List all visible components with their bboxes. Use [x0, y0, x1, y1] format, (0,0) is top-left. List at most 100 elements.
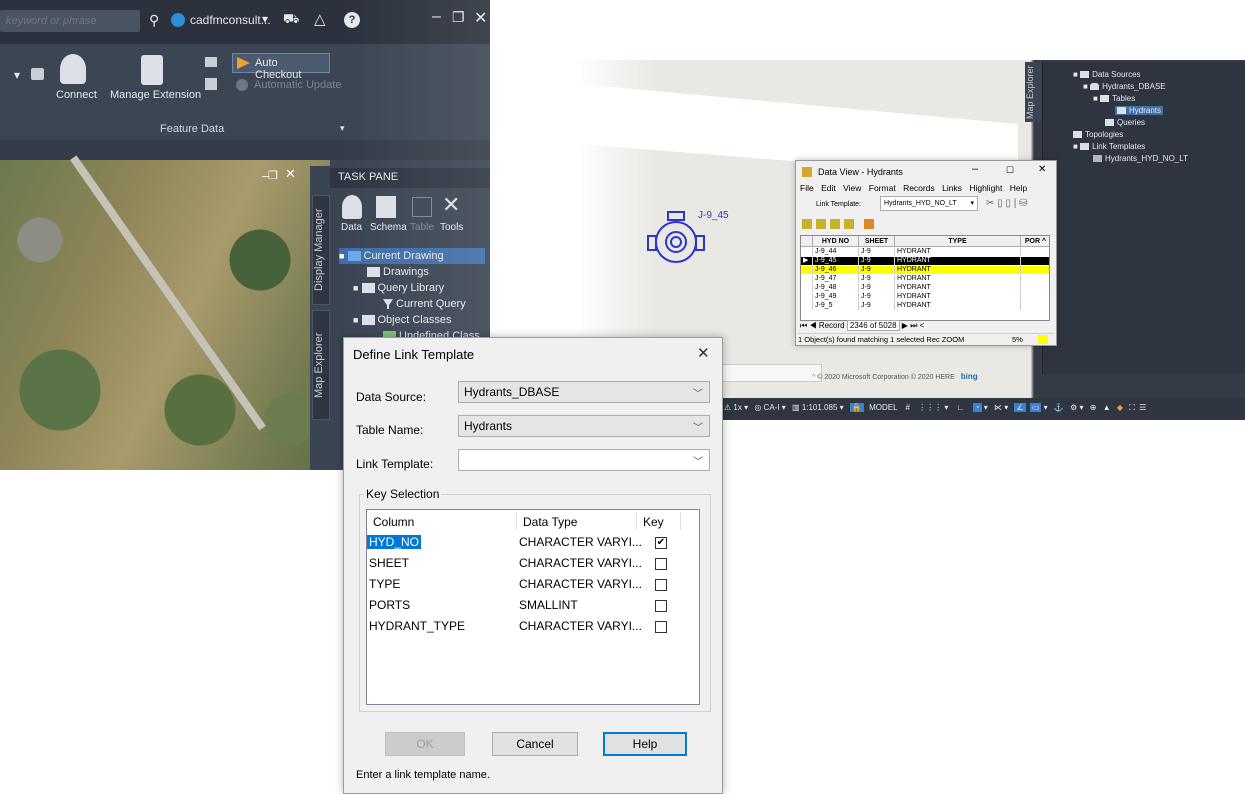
grid-cell[interactable]: J-9_46: [813, 266, 859, 274]
isolate-icon[interactable]: ◆: [1117, 403, 1123, 412]
auto-checkout-button[interactable]: Auto Checkout: [232, 53, 330, 81]
row-selector[interactable]: [801, 284, 813, 292]
row-selector[interactable]: ▶: [801, 257, 813, 265]
tools-icon[interactable]: ✕: [442, 192, 460, 218]
grid-cell[interactable]: J-9: [859, 248, 895, 256]
search-icon[interactable]: ⚲: [149, 12, 159, 29]
grid-header[interactable]: TYPE: [895, 236, 1021, 247]
dv-prev-icon[interactable]: [816, 219, 826, 229]
command-line[interactable]: [722, 364, 822, 382]
key-checkbox[interactable]: [655, 600, 667, 612]
grid-row[interactable]: J-9_47 J-9 HYDRANT: [801, 275, 1049, 283]
dv-first-icon[interactable]: [802, 219, 812, 229]
key-column-name[interactable]: SHEET: [367, 556, 411, 570]
key-header[interactable]: Key: [643, 515, 664, 529]
dialog-close-icon[interactable]: ✕: [697, 344, 710, 362]
grid-cell[interactable]: HYDRANT: [895, 248, 1021, 256]
key-selection-list[interactable]: Column Data Type Key HYD_NO CHARACTER VAR…: [366, 509, 700, 705]
grid-row[interactable]: J-9_44 J-9 HYDRANT: [801, 248, 1049, 256]
cart-icon[interactable]: ⛟: [283, 11, 299, 29]
manage-extension-button[interactable]: Manage Extension: [110, 89, 201, 101]
dv-zoom-icon[interactable]: [864, 219, 874, 229]
grid-cell[interactable]: HYDRANT: [895, 275, 1021, 283]
annotation-icon[interactable]: ⚓: [1054, 403, 1064, 412]
grid-cell[interactable]: HYDRANT: [895, 302, 1021, 310]
manage-extension-icon[interactable]: [141, 55, 163, 85]
tab-map-explorer[interactable]: Map Explorer: [312, 310, 330, 420]
grid-icon[interactable]: #: [905, 403, 909, 412]
grid-cell[interactable]: J-9_5: [813, 302, 859, 310]
grid-row[interactable]: J-9_46 J-9 HYDRANT: [801, 266, 1049, 274]
row-selector[interactable]: [801, 248, 813, 256]
tab-map-explorer-right[interactable]: Map Explorer: [1025, 62, 1041, 122]
rtree-link-templates[interactable]: ■ Link Templates: [1073, 142, 1145, 151]
fullscreen-icon[interactable]: ⛶: [1129, 403, 1135, 412]
panel-expand-icon[interactable]: ▾: [340, 123, 345, 134]
row-selector[interactable]: [801, 275, 813, 283]
data-type-header[interactable]: Data Type: [523, 515, 577, 529]
grid-cell[interactable]: J-9_44: [813, 248, 859, 256]
otrack-icon[interactable]: ∠: [1014, 403, 1026, 412]
viewport-close-icon[interactable]: ✕: [285, 166, 296, 182]
grid-header[interactable]: HYD NO: [813, 236, 859, 247]
menu-records[interactable]: Records: [903, 183, 935, 193]
key-column-name[interactable]: HYD_NO: [367, 535, 422, 549]
menu-view[interactable]: View: [843, 183, 861, 193]
key-checkbox[interactable]: [655, 621, 667, 633]
customize-icon[interactable]: ☰: [1139, 403, 1146, 412]
status-coord-system[interactable]: CA-I: [764, 403, 780, 412]
dv-minimize-icon[interactable]: –: [972, 163, 978, 175]
rtree-hydrants-hyd-no-lt[interactable]: Hydrants_HYD_NO_LT: [1093, 154, 1188, 163]
grid-cell[interactable]: HYDRANT: [895, 284, 1021, 292]
scale-icon[interactable]: ▥: [792, 403, 800, 412]
tree-item-object-classes[interactable]: ■ Object Classes: [353, 312, 451, 328]
database-icon[interactable]: [60, 54, 86, 84]
minimize-icon[interactable]: –: [432, 8, 441, 26]
key-checkbox[interactable]: [655, 579, 667, 591]
menu-format[interactable]: Format: [869, 183, 896, 193]
grid-cell[interactable]: HYDRANT: [895, 257, 1021, 265]
cancel-button[interactable]: Cancel: [492, 732, 578, 756]
key-column-name[interactable]: HYDRANT_TYPE: [367, 619, 467, 633]
schema-icon[interactable]: [376, 196, 396, 218]
restore-icon[interactable]: ❐: [452, 9, 465, 26]
grid-cell[interactable]: J-9: [859, 284, 895, 292]
dv-record-value[interactable]: 2346 of 5028: [846, 320, 900, 331]
grid-cell[interactable]: J-9: [859, 302, 895, 310]
dv-next-record-icon[interactable]: ▶: [902, 321, 908, 330]
status-map-scale[interactable]: 1:101.085: [802, 403, 838, 412]
menu-highlight[interactable]: Highlight: [969, 183, 1002, 193]
data-icon[interactable]: [342, 195, 362, 219]
rtree-hydrants[interactable]: Hydrants: [1115, 106, 1164, 115]
ok-button[interactable]: OK: [385, 732, 465, 756]
dv-last-record-icon[interactable]: ⏭: [910, 321, 917, 330]
edit-icon[interactable]: [205, 78, 217, 90]
table-name-select[interactable]: Hydrants ﹀: [458, 415, 710, 437]
menu-links[interactable]: Links: [942, 183, 962, 193]
add-icon[interactable]: [205, 57, 217, 67]
data-source-select[interactable]: Hydrants_DBASE ﹀: [458, 381, 710, 403]
tool-tools[interactable]: Tools: [440, 222, 463, 233]
grid-row[interactable]: ▶ J-9_45 J-9 HYDRANT: [801, 257, 1049, 265]
column-header[interactable]: Column: [373, 515, 414, 529]
autodesk-icon[interactable]: △: [314, 10, 326, 28]
menu-file[interactable]: File: [800, 183, 814, 193]
tab-display-manager[interactable]: Display Manager: [312, 195, 330, 305]
user-name[interactable]: cadfmconsult...: [190, 13, 271, 27]
menu-help[interactable]: Help: [1010, 183, 1027, 193]
annotation-scale-icon[interactable]: ⚠: [724, 403, 733, 412]
tree-item-drawings[interactable]: Drawings: [367, 264, 429, 280]
rtree-queries[interactable]: Queries: [1105, 118, 1145, 127]
rtree-tables[interactable]: ■ Tables: [1093, 94, 1135, 103]
row-selector[interactable]: [801, 266, 813, 274]
grid-cell[interactable]: J-9: [859, 257, 895, 265]
status-scale[interactable]: 1x: [733, 403, 741, 412]
dv-next-icon[interactable]: [830, 219, 840, 229]
rtree-hydrants-dbase[interactable]: ■ Hydrants_DBASE: [1083, 82, 1166, 91]
tree-item-query-library[interactable]: ■ Query Library: [353, 280, 444, 296]
dv-close-icon[interactable]: ✕: [1038, 164, 1046, 175]
row-selector[interactable]: [801, 302, 813, 310]
ribbon-arrow-icon[interactable]: ▾: [14, 68, 20, 82]
lineweight-icon[interactable]: ▭: [1029, 403, 1042, 412]
dropdown-arrow-icon[interactable]: ▾: [262, 12, 268, 26]
